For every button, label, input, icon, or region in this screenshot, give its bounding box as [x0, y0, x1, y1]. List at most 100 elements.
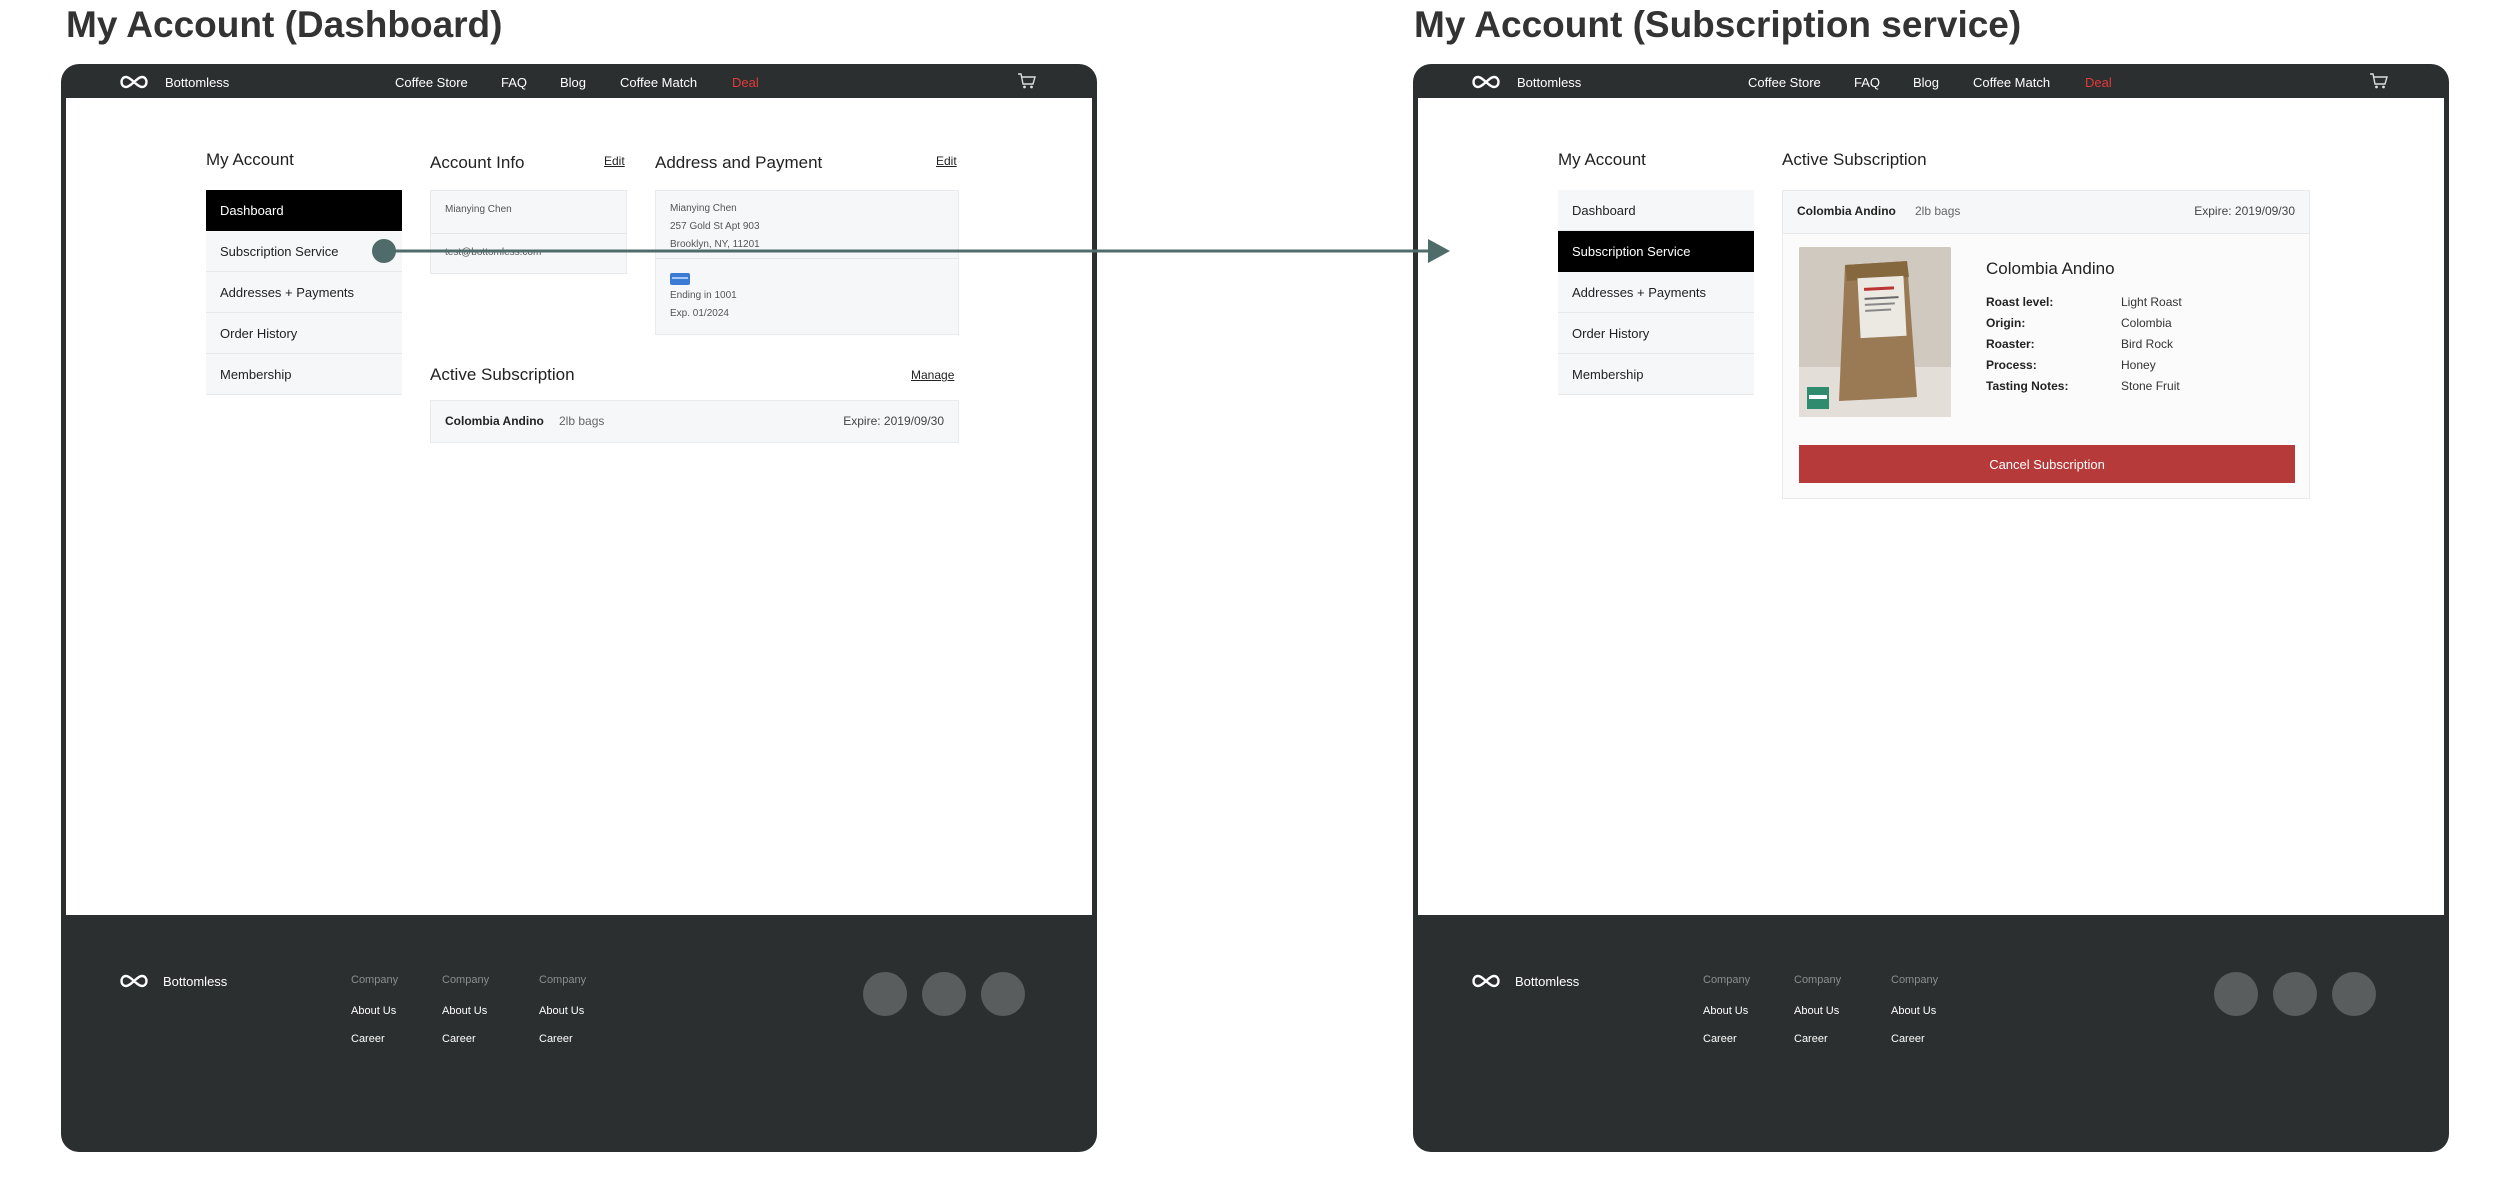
footer-link-career[interactable]: Career — [539, 1033, 586, 1045]
footer-link-about[interactable]: About Us — [351, 1005, 398, 1017]
sidebar-item-addresses-payments[interactable]: Addresses + Payments — [206, 272, 402, 313]
footer-link-career[interactable]: Career — [1891, 1033, 1938, 1045]
footer-brand: Bottomless — [1515, 974, 1580, 989]
footer-column-heading: Company — [1891, 974, 1939, 986]
footer-column-heading: Company — [539, 974, 587, 986]
spec-value-origin: Colombia — [2121, 316, 2172, 330]
account-info-edit-link[interactable]: Edit — [604, 154, 625, 168]
footer-link-career[interactable]: Career — [442, 1033, 489, 1045]
spec-value-process: Honey — [2121, 358, 2156, 372]
subscription-detail-card: Colombia Andino 2lb bags Expire: 2019/09… — [1782, 190, 2310, 499]
subscription-quantity: 2lb bags — [1915, 204, 1961, 218]
address-payment-edit-link[interactable]: Edit — [936, 154, 957, 168]
sidebar-item-membership[interactable]: Membership — [1558, 354, 1754, 395]
footer-column-heading: Company — [1703, 974, 1751, 986]
footer-link-about[interactable]: About Us — [1891, 1005, 1938, 1017]
social-icon[interactable] — [2332, 972, 2376, 1016]
active-subscription-title: Active Subscription — [430, 365, 575, 384]
nav-faq[interactable]: FAQ — [1854, 75, 1880, 90]
spec-value-tasting-notes: Stone Fruit — [2121, 379, 2180, 393]
footer-logo-icon[interactable] — [1469, 973, 1503, 994]
device-subscription: Bottomless Coffee Store FAQ Blog Coffee … — [1413, 64, 2449, 1152]
nav-coffee-store[interactable]: Coffee Store — [395, 75, 468, 90]
footer-brand: Bottomless — [163, 974, 228, 989]
subscription-quantity: 2lb bags — [559, 414, 605, 428]
sidebar-item-subscription-service[interactable]: Subscription Service — [206, 231, 402, 272]
active-subscription-title: Active Subscription — [1782, 150, 1927, 169]
bottomless-logo-icon[interactable] — [117, 74, 151, 93]
sidebar-item-dashboard[interactable]: Dashboard — [206, 190, 402, 231]
nav-coffee-match[interactable]: Coffee Match — [620, 75, 697, 90]
page-content: My Account Dashboard Subscription Servic… — [1418, 98, 2444, 915]
social-icon[interactable] — [981, 972, 1025, 1016]
cart-icon[interactable] — [1017, 72, 1037, 93]
sidebar-item-order-history[interactable]: Order History — [1558, 313, 1754, 354]
account-email: test@bottomless.com — [445, 247, 542, 258]
footer-column: Company About Us Career — [1703, 974, 1750, 1061]
spec-label-roast-level: Roast level: — [1986, 295, 2054, 309]
product-name: Colombia Andino — [1986, 259, 2115, 278]
sidebar-item-dashboard[interactable]: Dashboard — [1558, 190, 1754, 231]
address-street: 257 Gold St Apt 903 — [670, 221, 760, 232]
footer-column-heading: Company — [1794, 974, 1842, 986]
address-payment-title: Address and Payment — [655, 153, 823, 172]
frame-title-dashboard: My Account (Dashboard) — [66, 4, 503, 45]
credit-card-icon — [670, 273, 690, 285]
nav-blog[interactable]: Blog — [560, 75, 586, 90]
manage-subscription-link[interactable]: Manage — [911, 368, 954, 382]
footer-link-career[interactable]: Career — [1703, 1033, 1750, 1045]
sidebar-item-addresses-payments[interactable]: Addresses + Payments — [1558, 272, 1754, 313]
footer-link-about[interactable]: About Us — [442, 1005, 489, 1017]
address-payment-box: Mianying Chen 257 Gold St Apt 903 Brookl… — [655, 190, 959, 335]
product-specs: Roast level: Light Roast Origin: Colombi… — [1986, 295, 2286, 395]
footer: Bottomless Company About Us Career Compa… — [61, 915, 1097, 1152]
footer-link-career[interactable]: Career — [351, 1033, 398, 1045]
nav-blog[interactable]: Blog — [1913, 75, 1939, 90]
cancel-subscription-button[interactable]: Cancel Subscription — [1799, 445, 2295, 483]
nav-deal[interactable]: Deal — [732, 75, 759, 90]
nav-deal[interactable]: Deal — [2085, 75, 2112, 90]
active-subscription-row[interactable]: Colombia Andino 2lb bags Expire: 2019/09… — [430, 400, 959, 443]
bottomless-logo-icon[interactable] — [1469, 74, 1503, 93]
address-city: Brooklyn, NY, 11201 — [670, 239, 760, 250]
social-icon[interactable] — [922, 972, 966, 1016]
nav-faq[interactable]: FAQ — [501, 75, 527, 90]
brand-name[interactable]: Bottomless — [1517, 75, 1581, 90]
subscription-expire: Expire: 2019/09/30 — [843, 414, 944, 428]
footer-column-heading: Company — [442, 974, 490, 986]
sidebar-item-order-history[interactable]: Order History — [206, 313, 402, 354]
spec-label-origin: Origin: — [1986, 316, 2026, 330]
footer-column: Company About Us Career — [1794, 974, 1841, 1061]
page-content: My Account Dashboard Subscription Servic… — [66, 98, 1092, 915]
sidebar-menu: Dashboard Subscription Service Addresses… — [206, 190, 402, 395]
cart-icon[interactable] — [2369, 72, 2389, 93]
footer-logo-icon[interactable] — [117, 973, 151, 994]
brand-name[interactable]: Bottomless — [165, 75, 229, 90]
spec-label-process: Process: — [1986, 358, 2037, 372]
footer-column-heading: Company — [351, 974, 399, 986]
nav-coffee-store[interactable]: Coffee Store — [1748, 75, 1821, 90]
account-info-box: Mianying Chen test@bottomless.com — [430, 190, 627, 274]
top-nav: Bottomless Coffee Store FAQ Blog Coffee … — [1413, 64, 2449, 98]
sidebar-title: My Account — [1558, 150, 1646, 169]
footer-link-career[interactable]: Career — [1794, 1033, 1841, 1045]
frame-title-subscription: My Account (Subscription service) — [1414, 4, 2022, 45]
social-icon[interactable] — [2214, 972, 2258, 1016]
sidebar-item-subscription-service[interactable]: Subscription Service — [1558, 231, 1754, 272]
footer-column: Company About Us Career — [1891, 974, 1938, 1061]
account-name: Mianying Chen — [445, 204, 512, 215]
sidebar-item-membership[interactable]: Membership — [206, 354, 402, 395]
footer-link-about[interactable]: About Us — [539, 1005, 586, 1017]
address-name: Mianying Chen — [670, 203, 737, 214]
subscription-coffee-name: Colombia Andino — [445, 414, 544, 428]
card-expiration: Exp. 01/2024 — [670, 308, 729, 319]
subscription-card-header: Colombia Andino 2lb bags Expire: 2019/09… — [1783, 191, 2309, 234]
footer-link-about[interactable]: About Us — [1794, 1005, 1841, 1017]
account-info-title: Account Info — [430, 153, 525, 172]
spec-value-roaster: Bird Rock — [2121, 337, 2174, 351]
social-icon[interactable] — [863, 972, 907, 1016]
footer-link-about[interactable]: About Us — [1703, 1005, 1750, 1017]
nav-coffee-match[interactable]: Coffee Match — [1973, 75, 2050, 90]
subscription-coffee-name: Colombia Andino — [1797, 204, 1896, 218]
social-icon[interactable] — [2273, 972, 2317, 1016]
